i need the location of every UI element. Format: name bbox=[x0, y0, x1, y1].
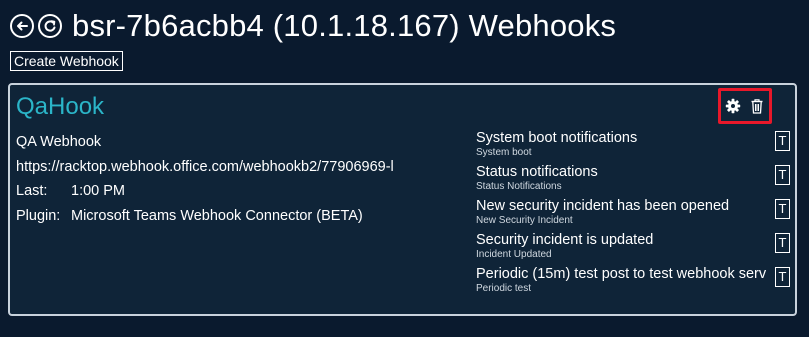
notification-list: System boot notifications System boot T … bbox=[476, 130, 794, 300]
gear-icon[interactable] bbox=[725, 98, 741, 114]
webhook-description: QA Webhook bbox=[16, 134, 102, 150]
notification-title: System boot notifications bbox=[476, 130, 638, 146]
notification-item: Periodic (15m) test post to test webhook… bbox=[476, 266, 794, 300]
webhook-card: QaHook QA Webhook https://racktop.webhoo… bbox=[8, 83, 797, 316]
notification-title: Security incident is updated bbox=[476, 232, 654, 248]
notification-item: Security incident is updated Incident Up… bbox=[476, 232, 794, 266]
create-webhook-button[interactable]: Create Webhook bbox=[10, 51, 123, 71]
notification-subtitle: Status Notifications bbox=[476, 181, 562, 192]
notification-subtitle: System boot bbox=[476, 147, 532, 158]
webhook-url: https://racktop.webhook.office.com/webho… bbox=[16, 158, 394, 175]
trash-icon[interactable] bbox=[749, 98, 765, 114]
last-run-row: Last: 1:00 PM bbox=[16, 179, 421, 204]
test-notification-button[interactable]: T bbox=[775, 165, 790, 185]
last-label: Last: bbox=[16, 183, 48, 199]
test-notification-button[interactable]: T bbox=[775, 131, 790, 151]
back-arrow-icon[interactable] bbox=[10, 14, 34, 38]
webhook-name: QaHook bbox=[16, 93, 105, 120]
notification-title: New security incident has been opened bbox=[476, 198, 730, 214]
plugin-value: Microsoft Teams Webhook Connector (BETA) bbox=[71, 207, 363, 224]
plugin-row: Plugin: Microsoft Teams Webhook Connector… bbox=[16, 204, 421, 229]
notification-title: Status notifications bbox=[476, 164, 598, 180]
notification-subtitle: Periodic test bbox=[476, 283, 532, 294]
webhook-details: QA Webhook https://racktop.webhook.offic… bbox=[16, 130, 421, 228]
notification-title: Periodic (15m) test post to test webhook… bbox=[476, 266, 767, 282]
refresh-icon[interactable] bbox=[38, 14, 62, 38]
notification-item: New security incident has been opened Ne… bbox=[476, 198, 794, 232]
notification-item: Status notifications Status Notification… bbox=[476, 164, 794, 198]
test-notification-button[interactable]: T bbox=[775, 267, 790, 287]
webhooks-page: bsr-7b6acbb4 (10.1.18.167) Webhooks Crea… bbox=[0, 0, 809, 337]
test-notification-button[interactable]: T bbox=[775, 233, 790, 253]
test-notification-button[interactable]: T bbox=[775, 199, 790, 219]
plugin-label: Plugin: bbox=[16, 207, 61, 224]
notification-item: System boot notifications System boot T bbox=[476, 130, 794, 164]
last-value: 1:00 PM bbox=[71, 183, 125, 199]
webhook-actions bbox=[718, 88, 772, 124]
notification-subtitle: Incident Updated bbox=[476, 249, 552, 260]
header: bsr-7b6acbb4 (10.1.18.167) Webhooks bbox=[10, 4, 616, 48]
page-title: bsr-7b6acbb4 (10.1.18.167) Webhooks bbox=[72, 8, 617, 43]
notification-subtitle: New Security Incident bbox=[476, 215, 573, 226]
